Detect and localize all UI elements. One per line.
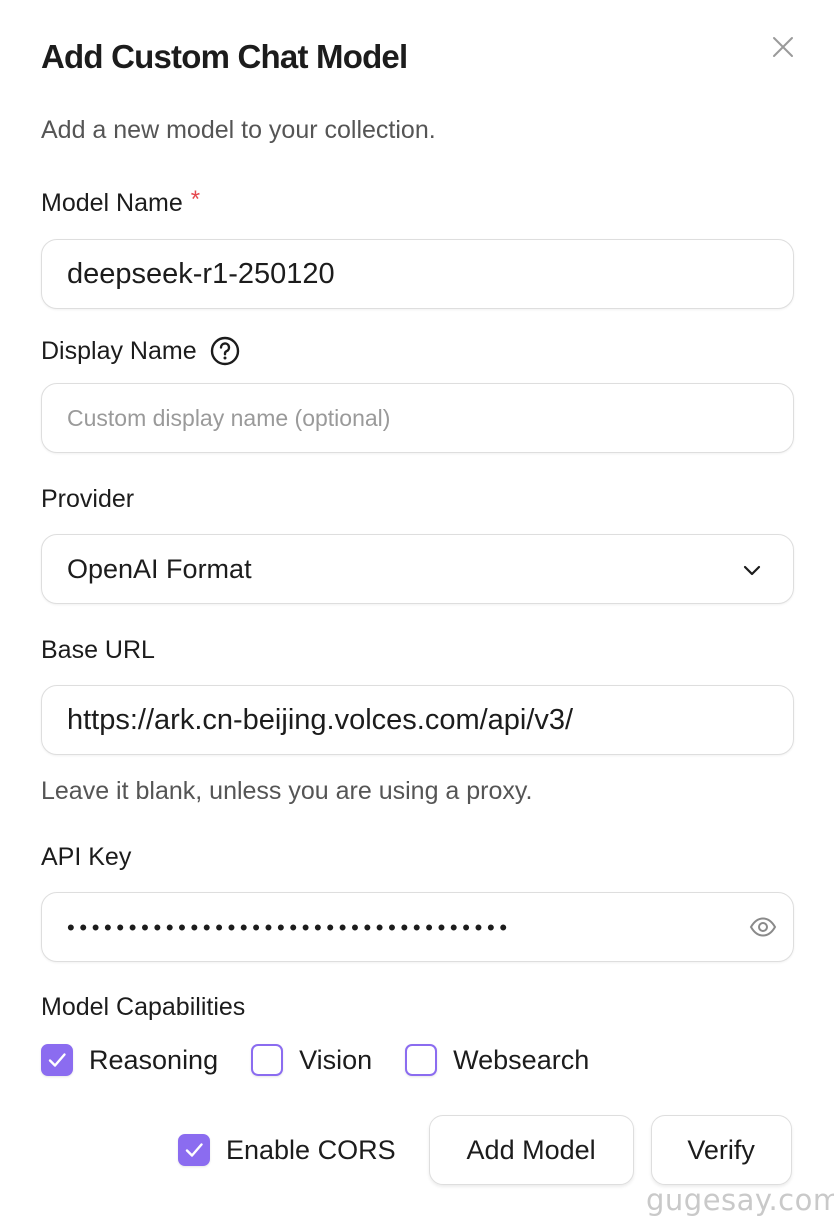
eye-icon: [749, 917, 777, 937]
vision-checkbox[interactable]: [251, 1044, 284, 1076]
capabilities-group: Reasoning Vision Websearch: [41, 1044, 622, 1076]
toggle-visibility-button[interactable]: [749, 915, 777, 939]
enable-cors-label: Enable CORS: [226, 1134, 396, 1165]
question-circle-icon[interactable]: [209, 335, 241, 367]
watermark-text: gugesay.com: [646, 1183, 834, 1217]
api-key-input[interactable]: ••••••••••••••••••••••••••••••••••••: [41, 892, 794, 962]
api-key-masked-value: ••••••••••••••••••••••••••••••••••••: [67, 915, 512, 940]
display-name-input[interactable]: Custom display name (optional): [41, 383, 794, 453]
add-model-button[interactable]: Add Model: [428, 1115, 634, 1185]
reasoning-label: Reasoning: [89, 1044, 219, 1075]
chevron-down-icon: [743, 565, 761, 576]
model-capabilities-label-text: Model Capabilities: [41, 993, 246, 1021]
close-icon: [773, 37, 793, 57]
api-key-label: API Key: [41, 843, 131, 872]
base-url-label-text: Base URL: [41, 636, 155, 664]
websearch-label: Websearch: [453, 1044, 590, 1075]
verify-button[interactable]: Verify: [650, 1115, 792, 1185]
provider-select[interactable]: OpenAI Format: [41, 534, 794, 604]
checkmark-icon: [185, 1143, 203, 1157]
model-name-value: deepseek-r1-250120: [67, 257, 335, 290]
display-name-placeholder: Custom display name (optional): [67, 404, 391, 431]
checkmark-icon: [48, 1053, 66, 1067]
vision-label: Vision: [299, 1044, 373, 1075]
base-url-input[interactable]: https://ark.cn-beijing.volces.com/api/v3…: [41, 685, 794, 755]
provider-label-text: Provider: [41, 485, 135, 513]
model-name-label: Model Name *: [41, 185, 201, 218]
model-name-label-text: Model Name: [41, 189, 183, 217]
close-button[interactable]: [770, 34, 796, 60]
base-url-value: https://ark.cn-beijing.volces.com/api/v3…: [67, 703, 574, 736]
reasoning-checkbox[interactable]: [41, 1044, 73, 1076]
display-name-label: Display Name: [41, 335, 241, 367]
capability-vision[interactable]: Vision: [251, 1044, 372, 1076]
model-capabilities-label: Model Capabilities: [41, 993, 245, 1022]
provider-selected-value: OpenAI Format: [67, 553, 252, 584]
provider-label: Provider: [41, 485, 134, 514]
display-name-label-text: Display Name: [41, 336, 197, 365]
dialog-title: Add Custom Chat Model: [41, 38, 408, 75]
dialog-subtitle: Add a new model to your collection.: [41, 116, 436, 144]
enable-cors-checkbox[interactable]: [178, 1134, 210, 1166]
capability-websearch[interactable]: Websearch: [405, 1044, 589, 1076]
websearch-checkbox[interactable]: [405, 1044, 438, 1076]
api-key-label-text: API Key: [41, 843, 132, 871]
dialog-footer: Enable CORS Add Model Verify: [178, 1115, 792, 1185]
add-custom-chat-model-dialog: Add Custom Chat Model Add a new model to…: [0, 0, 834, 1218]
base-url-label: Base URL: [41, 636, 155, 665]
model-name-input[interactable]: deepseek-r1-250120: [41, 239, 794, 309]
base-url-hint: Leave it blank, unless you are using a p…: [41, 777, 533, 805]
capability-reasoning[interactable]: Reasoning: [41, 1044, 218, 1076]
required-marker: *: [190, 185, 201, 213]
enable-cors-toggle[interactable]: Enable CORS: [178, 1134, 396, 1166]
